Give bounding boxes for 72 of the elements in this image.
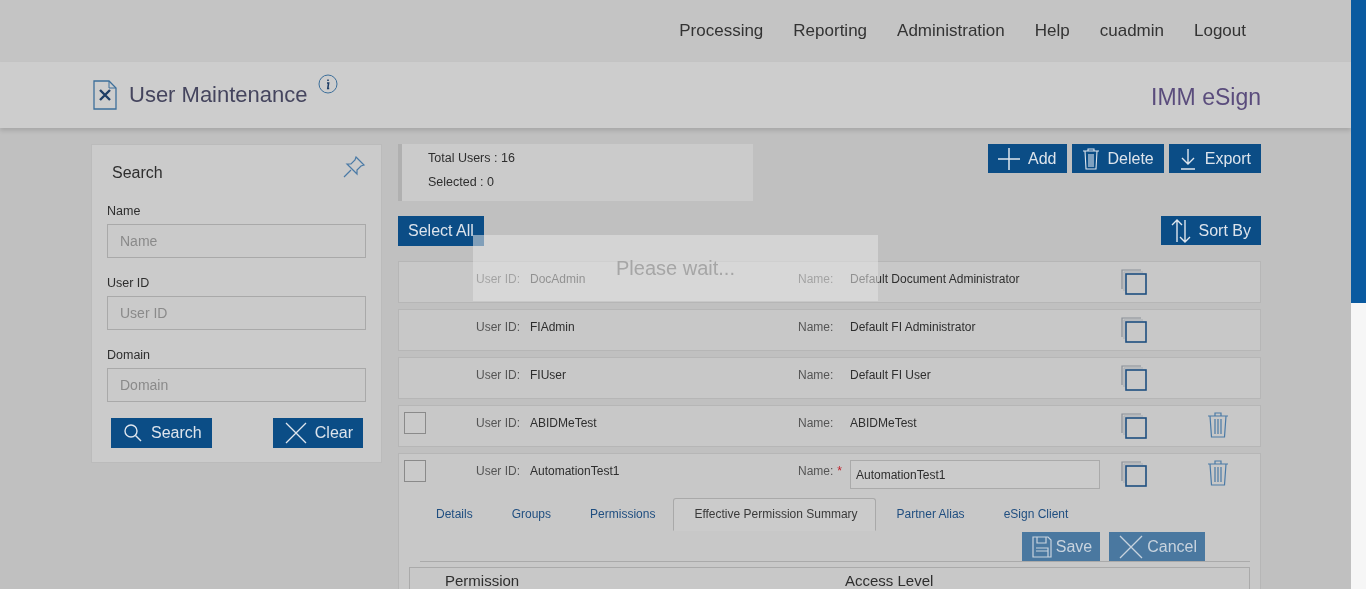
user-id-label: User ID: xyxy=(476,320,521,334)
clear-button[interactable]: Clear xyxy=(272,418,363,448)
tab[interactable]: Permissions xyxy=(569,498,674,531)
pin-icon[interactable] xyxy=(342,155,366,179)
trash-icon[interactable] xyxy=(1207,460,1229,486)
copy-icon[interactable] xyxy=(1121,269,1147,295)
sort-by-button[interactable]: Sort By xyxy=(1160,216,1261,245)
copy-icon[interactable] xyxy=(1121,317,1147,343)
select-all-button[interactable]: Select All xyxy=(398,216,484,246)
plus-icon xyxy=(998,147,1021,170)
nav-link[interactable]: Reporting xyxy=(793,21,868,41)
tab[interactable]: Effective Permission Summary xyxy=(673,498,876,531)
scrollbar[interactable] xyxy=(1351,0,1366,589)
search-icon xyxy=(123,423,143,443)
add-button[interactable]: Add xyxy=(988,144,1067,173)
required-mark: * xyxy=(837,464,842,478)
copy-icon[interactable] xyxy=(1121,365,1147,391)
total-users-text: Total Users : 16 xyxy=(428,151,516,165)
field-label: User ID xyxy=(107,276,151,290)
tab[interactable]: Groups xyxy=(490,498,570,531)
user-id-value: DocAdmin xyxy=(530,272,587,286)
nav-link[interactable]: Logout xyxy=(1194,21,1246,41)
row-checkbox[interactable] xyxy=(404,460,426,482)
user-id-label: User ID: xyxy=(476,368,521,382)
close-icon xyxy=(1119,534,1144,559)
field-label: Name xyxy=(107,204,142,218)
delete-button[interactable]: Delete xyxy=(1071,144,1164,173)
user-id-value: AutomationTest1 xyxy=(530,464,621,478)
name-value: Default Document Administrator xyxy=(850,272,1021,286)
name-label: Name: * xyxy=(798,464,843,478)
text-field[interactable]: Name xyxy=(107,224,366,258)
user-id-value: FIUser xyxy=(530,368,567,382)
edit-field[interactable]: AutomationTest1 xyxy=(850,460,1100,489)
user-id-label: User ID: xyxy=(476,416,521,430)
sort-icon xyxy=(1170,218,1191,243)
text-field[interactable]: Domain xyxy=(107,368,366,402)
user-id-value: FIAdmin xyxy=(530,320,576,334)
page-title: User Maintenance xyxy=(129,82,308,108)
export-button[interactable]: Export xyxy=(1168,144,1261,173)
selected-count-text: Selected : 0 xyxy=(428,175,495,189)
copy-icon[interactable] xyxy=(1121,461,1147,487)
copy-icon[interactable] xyxy=(1121,413,1147,439)
nav-link[interactable]: cuadmin xyxy=(1099,21,1164,41)
name-value: Default FI User xyxy=(850,368,932,382)
name-label: Name: xyxy=(798,320,835,334)
column-header: Access Level xyxy=(845,572,935,589)
user-id-label: User ID: xyxy=(476,464,521,478)
info-icon[interactable] xyxy=(317,74,338,94)
tab[interactable]: Details xyxy=(415,498,491,531)
nav-link[interactable]: Help xyxy=(1034,21,1070,41)
scrollbar-thumb[interactable] xyxy=(1351,0,1366,303)
search-button[interactable]: Search xyxy=(111,418,212,448)
name-label: Name: xyxy=(798,368,835,382)
tab[interactable]: Partner Alias xyxy=(875,498,983,531)
text-field[interactable]: User ID xyxy=(107,296,366,330)
name-value: ABIDMeTest xyxy=(850,416,918,430)
document-tools-icon xyxy=(93,80,117,110)
trash-icon xyxy=(1081,147,1100,170)
tab[interactable]: eSign Client xyxy=(982,498,1087,531)
row-checkbox[interactable] xyxy=(404,412,426,434)
field-label: Domain xyxy=(107,348,152,362)
trash-icon[interactable] xyxy=(1207,412,1229,438)
nav-link[interactable]: Processing xyxy=(679,21,764,41)
name-value: Default FI Administrator xyxy=(850,320,977,334)
user-id-value: ABIDMeTest xyxy=(530,416,598,430)
nav-link[interactable]: Administration xyxy=(897,21,1005,41)
download-icon xyxy=(1178,147,1197,170)
panel-title: Search xyxy=(112,164,163,182)
column-header: Permission xyxy=(445,572,521,589)
brand-name: IMM eSign xyxy=(1151,82,1261,111)
close-icon xyxy=(284,422,307,444)
name-label: Name: xyxy=(798,416,835,430)
